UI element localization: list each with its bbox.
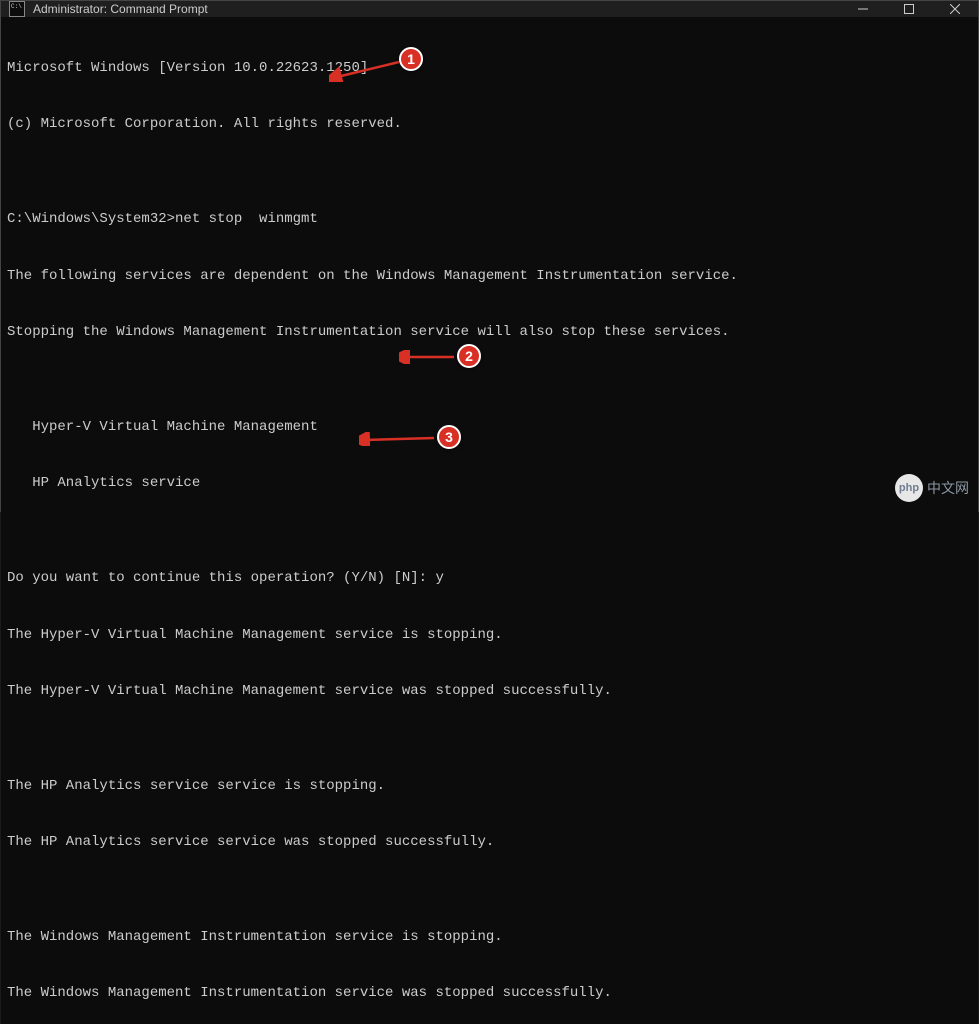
terminal-output[interactable]: Microsoft Windows [Version 10.0.22623.12… [1,17,978,1024]
terminal-line: Microsoft Windows [Version 10.0.22623.12… [7,59,972,78]
terminal-line: The Windows Management Instrumentation s… [7,984,972,1003]
window-title: Administrator: Command Prompt [33,2,208,16]
watermark-text: 中文网 [927,478,969,498]
close-button[interactable] [932,1,978,17]
annotation-badge-2: 2 [457,344,481,368]
terminal-line: The following services are dependent on … [7,267,972,286]
minimize-button[interactable] [840,1,886,17]
terminal-line: The HP Analytics service service is stop… [7,777,972,796]
titlebar-left: Administrator: Command Prompt [1,1,208,17]
arrow-2 [399,350,459,364]
maximize-button[interactable] [886,1,932,17]
annotation-badge-1: 1 [399,47,423,71]
cmd-icon [9,1,25,17]
window-controls [840,1,978,17]
terminal-line: Do you want to continue this operation? … [7,569,972,588]
terminal-line: Stopping the Windows Management Instrume… [7,323,972,342]
terminal-line: Hyper-V Virtual Machine Management [7,418,972,437]
command-prompt-window: Administrator: Command Prompt Microsoft … [0,0,979,512]
terminal-line: C:\Windows\System32>net stop winmgmt [7,210,972,229]
watermark: php 中文网 [895,474,969,502]
annotation-badge-3: 3 [437,425,461,449]
titlebar[interactable]: Administrator: Command Prompt [1,1,978,17]
terminal-line: (c) Microsoft Corporation. All rights re… [7,115,972,134]
terminal-line: The Hyper-V Virtual Machine Management s… [7,682,972,701]
terminal-line: The HP Analytics service service was sto… [7,833,972,852]
terminal-line: The Windows Management Instrumentation s… [7,928,972,947]
watermark-icon: php [895,474,923,502]
terminal-line: HP Analytics service [7,474,972,493]
terminal-line: The Hyper-V Virtual Machine Management s… [7,626,972,645]
